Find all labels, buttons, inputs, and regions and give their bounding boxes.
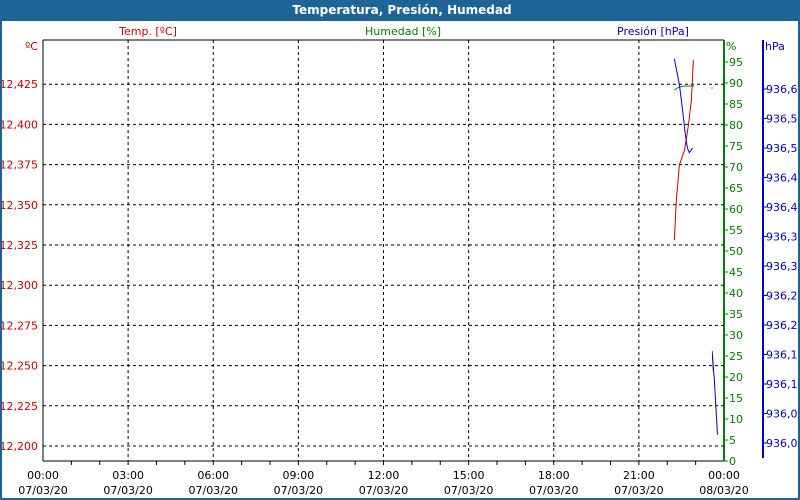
humidity-tick-label: 5 (729, 434, 736, 447)
pressure-tick-label: 936,05 (766, 408, 800, 421)
humidity-unit-label: % (726, 40, 736, 53)
humidity-tick-label: 95 (729, 56, 743, 69)
humidity-tick-label: 40 (729, 287, 743, 300)
pressure-tick-label: 936,55 (766, 113, 800, 126)
x-tick-time: 18:00 (538, 469, 570, 482)
x-tick-date: 07/03/20 (529, 484, 578, 497)
humidity-tick-label: 60 (729, 203, 743, 216)
pressure-tick-label: 936,00 (766, 437, 800, 450)
x-tick-time: 09:00 (283, 469, 315, 482)
x-tick-date: 07/03/20 (103, 484, 152, 497)
pressure-tick-label: 936,25 (766, 290, 800, 303)
humidity-tick-label: 10 (729, 413, 743, 426)
temp-unit-label: ºC (25, 40, 38, 53)
x-tick-date: 07/03/20 (18, 484, 67, 497)
chart-window: Temperatura, Presión, Humedad 00:00 07/03… (0, 0, 800, 500)
humidity-tick-label: 85 (729, 98, 743, 111)
x-tick-time: 00:00 (27, 469, 59, 482)
humidity-tick-label: 45 (729, 266, 743, 279)
temp-tick-label: 12,350 (0, 199, 38, 212)
humidity-tick-label: 90 (729, 77, 743, 90)
temp-tick-label: 12,375 (0, 159, 38, 172)
x-tick-time: 00:00 (708, 469, 740, 482)
x-tick-time: 06:00 (197, 469, 229, 482)
humidity-tick-label: 0 (729, 455, 736, 468)
x-tick-time: 12:00 (368, 469, 400, 482)
x-tick-time: 03:00 (112, 469, 144, 482)
pressure-unit-label: hPa (765, 40, 785, 53)
humidity-tick-label: 70 (729, 161, 743, 174)
temp-tick-label: 12,250 (0, 360, 38, 373)
temp-tick-label: 12,325 (0, 239, 38, 252)
pressure-axis-title: Presión [hPa] (617, 25, 689, 38)
x-tick-date: 07/03/20 (359, 484, 408, 497)
chart: 00:00 07/03/20 03:00 07/03/20 06:00 07/03/20 0… (0, 25, 800, 497)
temp-tick-label: 12,225 (0, 400, 38, 413)
pressure-tick-label: 936,60 (766, 83, 800, 96)
humidity-tick-label: 55 (729, 224, 743, 237)
humidity-tick-label: 25 (729, 350, 743, 363)
x-tick-date: 07/03/20 (444, 484, 493, 497)
x-tick-date: 07/03/20 (274, 484, 323, 497)
temp-axis-title: Temp. [ºC] (118, 25, 177, 38)
series-pres-line (673, 58, 693, 154)
pressure-tick-label: 936,35 (766, 231, 800, 244)
pressure-tick-label: 936,45 (766, 172, 800, 185)
humidity-tick-label: 30 (729, 329, 743, 342)
temp-tick-label: 12,425 (0, 78, 38, 91)
pressure-tick-label: 936,20 (766, 319, 800, 332)
humidity-tick-label: 75 (729, 140, 743, 153)
humidity-tick-label: 80 (729, 119, 743, 132)
pressure-tick-label: 936,50 (766, 142, 800, 155)
humidity-tick-label: 35 (729, 308, 743, 321)
humidity-tick-label: 15 (729, 392, 743, 405)
temp-tick-label: 12,200 (0, 440, 38, 453)
x-tick-time: 21:00 (623, 469, 655, 482)
x-tick-date: 07/03/20 (189, 484, 238, 497)
temp-tick-label: 12,400 (0, 118, 38, 131)
humidity-tick-label: 50 (729, 245, 743, 258)
pressure-tick-label: 936,15 (766, 349, 800, 362)
pressure-tick-label: 936,30 (766, 260, 800, 273)
series-hum-line (674, 85, 695, 91)
humidity-axis-title: Humedad [%] (365, 25, 441, 38)
pressure-tick-label: 936,40 (766, 201, 800, 214)
x-tick-time: 15:00 (453, 469, 485, 482)
humidity-tick-label: 20 (729, 371, 743, 384)
x-tick-date: 07/03/20 (614, 484, 663, 497)
temp-tick-label: 12,275 (0, 319, 38, 332)
x-tick-date: 08/03/20 (699, 484, 748, 497)
pressure-tick-label: 936,10 (766, 378, 800, 391)
humidity-tick-label: 65 (729, 182, 743, 195)
temp-tick-label: 12,300 (0, 279, 38, 292)
series-pres-line (711, 355, 718, 435)
